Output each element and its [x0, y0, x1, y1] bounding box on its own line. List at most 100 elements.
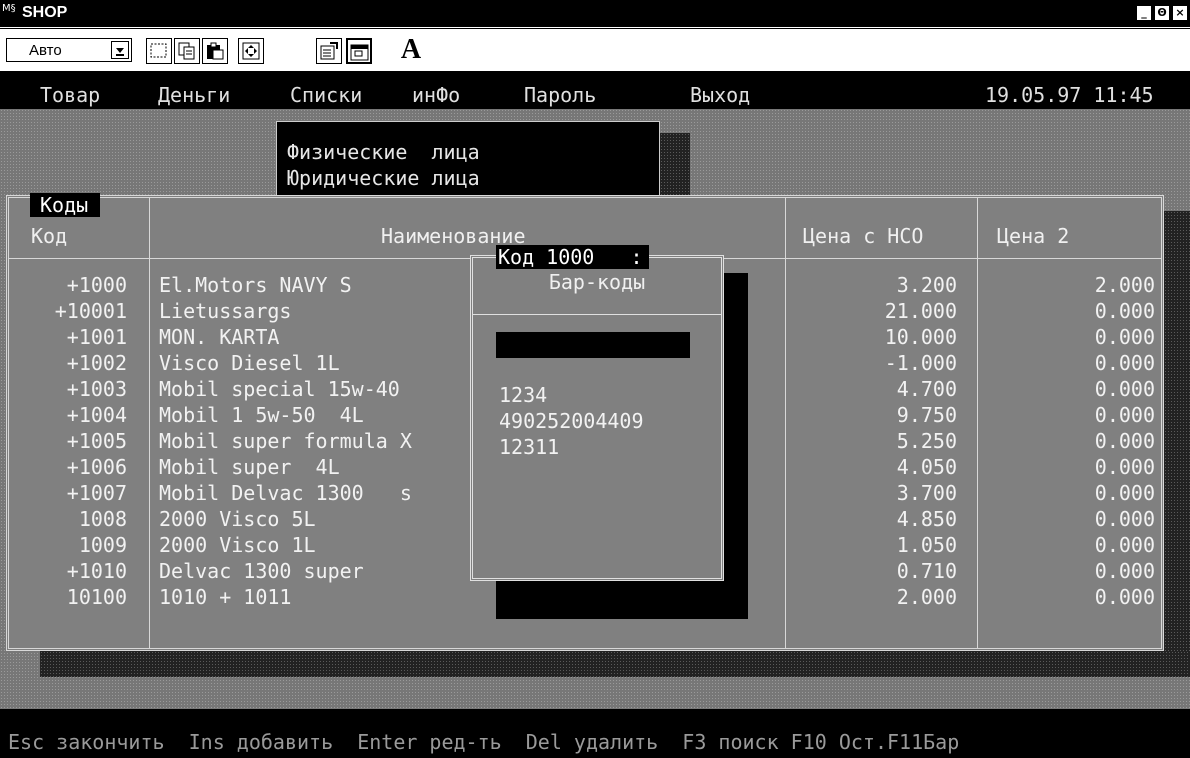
cell-price: 1.050: [896, 533, 957, 557]
cell-code: +1006: [66, 455, 127, 479]
cell-code: +1010: [66, 559, 127, 583]
background-icon[interactable]: [346, 38, 372, 64]
mark-icon[interactable]: [146, 38, 172, 64]
cell-code: 10100: [66, 585, 127, 609]
cell-price2: 2.000: [1094, 273, 1155, 297]
dropdown-item-individuals[interactable]: Физические лица: [287, 140, 480, 164]
cell-name: Delvac 1300 super: [159, 559, 364, 583]
cell-price2: 0.000: [1094, 299, 1155, 323]
lists-dropdown: Физические лица Юридические лица: [276, 121, 660, 201]
dos-console: Товар Деньги Списки инФо Пароль Выход 19…: [0, 71, 1190, 758]
cell-name: Mobil super formula X: [159, 429, 412, 453]
barcode-item[interactable]: 1234: [499, 382, 547, 408]
codes-window-shadow-bottom: [40, 651, 1190, 677]
cell-price2: 0.000: [1094, 325, 1155, 349]
status-bar: Esc закончить Ins добавить Enter ред-ть …: [0, 726, 1190, 758]
barcode-popup-shadow: [724, 273, 748, 619]
font-icon[interactable]: A: [398, 36, 424, 64]
codes-window-title: Коды: [30, 193, 101, 217]
column-header-code: Код: [31, 224, 68, 248]
cell-code: +1007: [66, 481, 127, 505]
cell-name: Mobil 1 5w-50 4L: [159, 403, 364, 427]
cell-name: Mobil Delvac 1300 s: [159, 481, 412, 505]
cell-code: +1001: [66, 325, 127, 349]
cell-price: 5.250: [896, 429, 957, 453]
cell-name: Visco Diesel 1L: [159, 351, 340, 375]
cell-name: Mobil super 4L: [159, 455, 340, 479]
cell-code: +10001: [54, 299, 127, 323]
cell-code: +1004: [66, 403, 127, 427]
barcode-header: Бар-коды: [548, 270, 646, 294]
cell-name: Mobil special 15w-40: [159, 377, 400, 401]
datetime: 19.05.97 11:45: [985, 83, 1154, 107]
window-title: SHOP: [22, 4, 68, 21]
cell-price2: 0.000: [1094, 559, 1155, 583]
cell-price: 3.200: [896, 273, 957, 297]
column-header-price: Цена с НСО: [803, 224, 924, 248]
cell-price: 9.750: [896, 403, 957, 427]
cell-code: 1009: [78, 533, 127, 557]
cell-price2: 0.000: [1094, 351, 1155, 375]
menu-item-parol[interactable]: Пароль: [524, 83, 596, 107]
cell-code: +1002: [66, 351, 127, 375]
cell-price2: 0.000: [1094, 403, 1155, 427]
barcode-item[interactable]: 12311: [499, 434, 559, 460]
properties-icon[interactable]: [316, 38, 342, 64]
menu-item-info[interactable]: инФо: [412, 83, 460, 107]
column-header-price2: Цена 2: [997, 224, 1070, 248]
cell-code: +1000: [66, 273, 127, 297]
cell-price: -1.000: [884, 351, 957, 375]
font-select-value: Авто: [29, 42, 62, 59]
barcode-popup: Бар-коды 1234 490252004409 12311: [470, 255, 724, 581]
column-divider: [149, 198, 150, 648]
barcode-item[interactable]: 490252004409: [499, 408, 644, 434]
font-select[interactable]: Авто: [6, 38, 132, 62]
barcode-input[interactable]: [496, 332, 690, 358]
barcode-popup-shadow-bottom: [496, 581, 748, 619]
cell-name: El.Motors NAVY S: [159, 273, 352, 297]
cell-price: 0.710: [896, 559, 957, 583]
cell-price2: 0.000: [1094, 533, 1155, 557]
menu-item-vykhod[interactable]: Выход: [690, 83, 750, 107]
menu-bar: Товар Деньги Списки инФо Пароль Выход 19…: [0, 81, 1190, 109]
cell-code: +1003: [66, 377, 127, 401]
minimize-button[interactable]: _: [1136, 5, 1152, 21]
cell-price: 4.700: [896, 377, 957, 401]
cell-code: 1008: [78, 507, 127, 531]
cell-price: 2.000: [896, 585, 957, 609]
barcode-popup-title: Код 1000 :: [496, 245, 649, 269]
cell-price2: 0.000: [1094, 585, 1155, 609]
cell-price: 4.850: [896, 507, 957, 531]
menu-item-spiski[interactable]: Списки: [290, 83, 362, 107]
dropdown-item-legal-entities[interactable]: Юридические лица: [287, 166, 480, 190]
menu-item-tovar[interactable]: Товар: [40, 83, 100, 107]
cell-code: +1005: [66, 429, 127, 453]
codes-window-shadow: [1164, 211, 1190, 677]
cell-price2: 0.000: [1094, 429, 1155, 453]
menu-item-dengi[interactable]: Деньги: [158, 83, 230, 107]
dropdown-shadow: [660, 133, 690, 201]
fullscreen-icon[interactable]: [238, 38, 264, 64]
app-icon: M§: [2, 3, 16, 14]
column-divider: [785, 198, 786, 648]
cell-price: 10.000: [884, 325, 957, 349]
close-button[interactable]: ×: [1172, 5, 1188, 21]
cell-price2: 0.000: [1094, 377, 1155, 401]
cell-name: MON. KARTA: [159, 325, 280, 349]
cell-name: 2000 Visco 5L: [159, 507, 316, 531]
barcode-header-divider: [473, 314, 721, 315]
cell-name: 1010 + 1011: [159, 585, 292, 609]
cell-price: 3.700: [896, 481, 957, 505]
restore-button[interactable]: Θ: [1154, 5, 1170, 21]
cell-price2: 0.000: [1094, 507, 1155, 531]
cell-price: 4.050: [896, 455, 957, 479]
title-bar: M§ SHOP _ Θ ×: [0, 0, 1190, 28]
toolbar: Авто A: [0, 29, 1190, 71]
cell-name: 2000 Visco 1L: [159, 533, 316, 557]
copy-icon[interactable]: [174, 38, 200, 64]
dropdown-arrow-icon[interactable]: [111, 41, 129, 59]
paste-icon[interactable]: [202, 38, 228, 64]
cell-price2: 0.000: [1094, 455, 1155, 479]
cell-name: Lietussargs: [159, 299, 292, 323]
cell-price2: 0.000: [1094, 481, 1155, 505]
